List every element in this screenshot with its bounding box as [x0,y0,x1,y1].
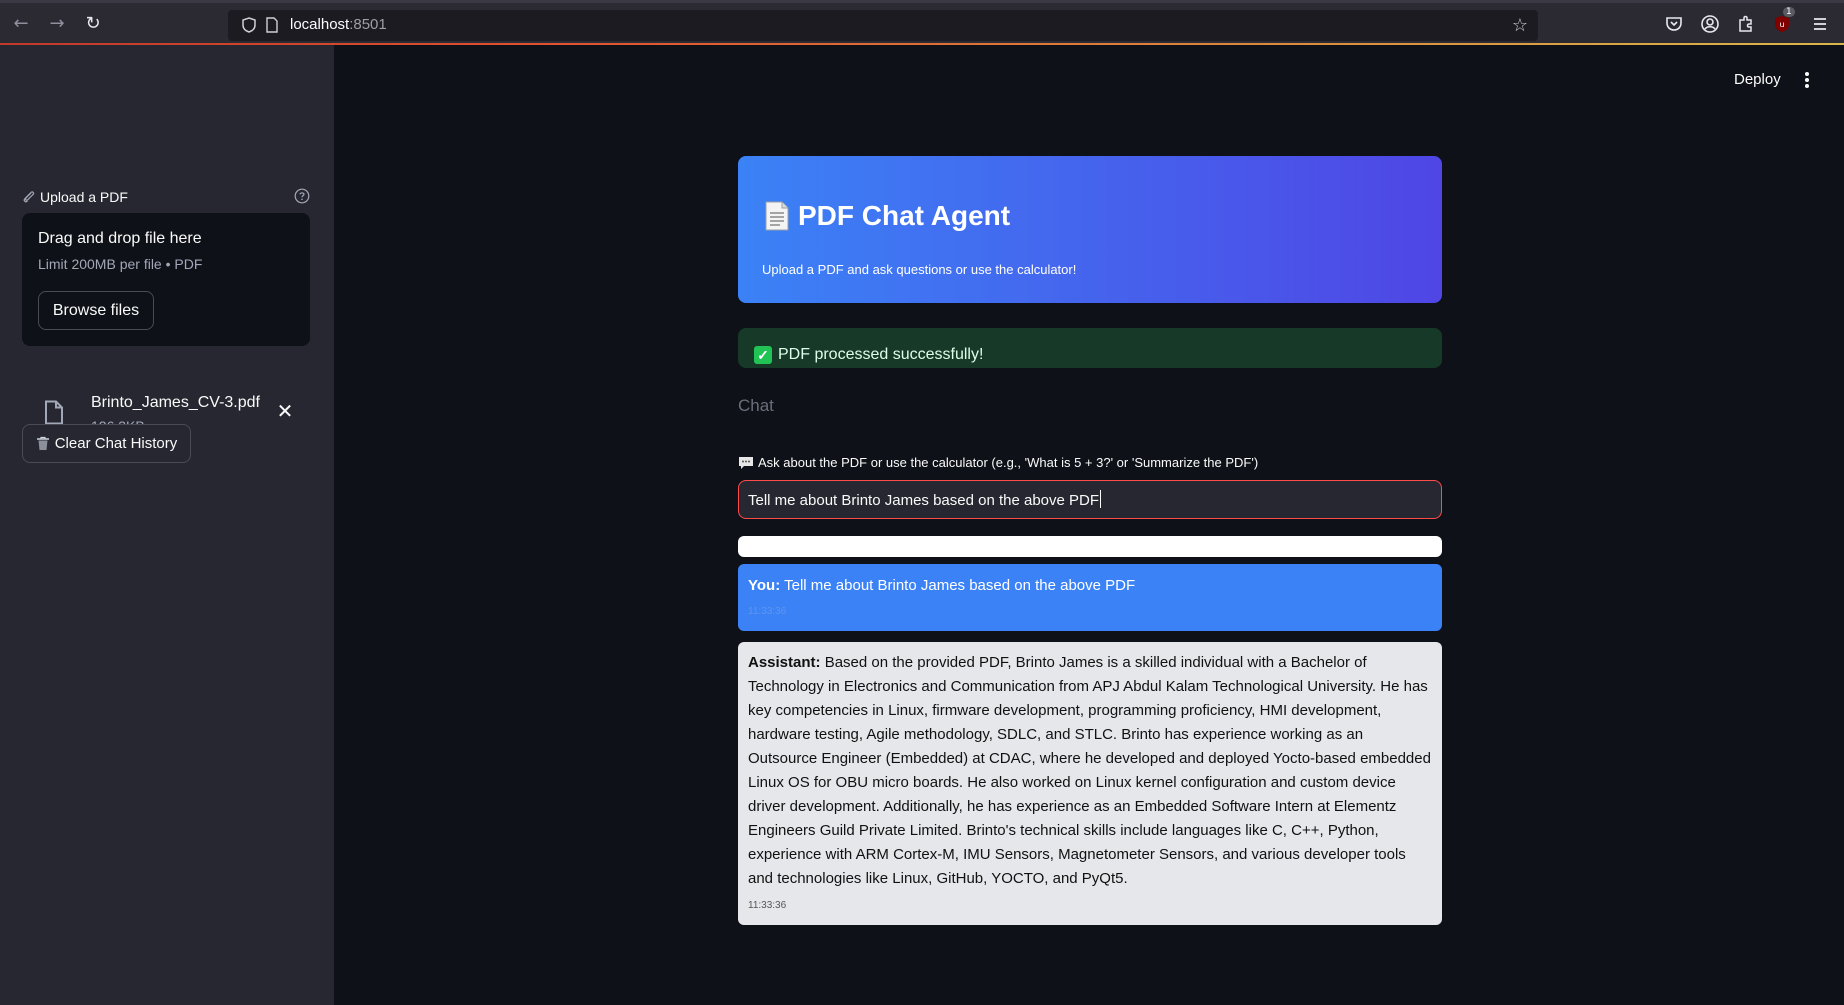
document-icon [765,201,789,231]
chat-input-label: Ask about the PDF or use the calculator … [738,455,1258,470]
menu-icon[interactable] [1810,14,1830,34]
user-message: You: Tell me about Brinto James based on… [738,564,1442,631]
chat-input-value-text: Tell me about Brinto James based on the … [748,492,1100,509]
chat-input[interactable]: Tell me about Brinto James based on the … [738,480,1442,519]
clear-chat-history-button[interactable]: Clear Chat History [22,424,191,463]
chat-container-top [738,536,1442,557]
forward-icon[interactable]: → [46,13,68,35]
url-bar[interactable]: localhost:8501 ☆ [228,10,1538,41]
page-title-text: PDF Chat Agent [798,200,1011,231]
assistant-message: Assistant: Based on the provided PDF, Br… [738,642,1442,925]
file-icon [45,400,63,425]
text-caret [1100,490,1102,508]
user-role-label: You: [748,577,781,594]
dropzone-limit: Limit 200MB per file • PDF [38,256,203,272]
upload-label: Upload a PDF [22,189,128,205]
upload-label-text: Upload a PDF [40,189,128,205]
user-message-text: You: Tell me about Brinto James based on… [748,577,1135,594]
header-card: PDF Chat Agent Upload a PDF and ask ques… [738,156,1442,303]
sidebar: Upload a PDF Drag and drop file here Lim… [0,45,334,1005]
svg-text:u: u [1779,20,1784,29]
extension-badge: 1 [1783,7,1795,17]
success-text: PDF processed successfully! [778,346,984,363]
chat-input-label-text: Ask about the PDF or use the calculator … [758,455,1259,470]
deploy-button[interactable]: Deploy [1734,71,1781,88]
close-icon[interactable]: ✕ [275,401,295,421]
file-dropzone[interactable]: Drag and drop file here Limit 200MB per … [22,213,310,346]
account-icon[interactable] [1700,14,1720,34]
trash-icon [36,436,49,450]
success-alert: ✓ PDF processed successfully! [738,328,1442,368]
bookmark-star-icon[interactable]: ☆ [1512,15,1528,36]
clear-chat-history-label: Clear Chat History [54,435,178,452]
success-message: ✓ PDF processed successfully! [754,346,983,364]
user-message-time: 11:33:36 [748,606,787,617]
file-name: Brinto_James_CV-3.pdf [91,394,260,411]
url-port: :8501 [349,16,387,33]
page-icon[interactable] [266,17,278,33]
assistant-role-label: Assistant: [748,654,821,671]
page-title: PDF Chat Agent [764,200,1010,232]
user-message-body: Tell me about Brinto James based on the … [784,577,1136,594]
browse-files-button[interactable]: Browse files [38,291,154,330]
check-icon: ✓ [754,346,772,364]
url-host: localhost [290,16,350,33]
shield-icon[interactable] [242,17,256,33]
reload-icon[interactable]: ↻ [82,13,104,35]
assistant-message-text: Assistant: Based on the provided PDF, Br… [748,651,1434,891]
back-icon[interactable]: ← [10,13,32,35]
chat-input-value[interactable]: Tell me about Brinto James based on the … [748,490,1102,509]
kebab-menu-icon[interactable] [1802,70,1812,90]
help-icon[interactable] [294,188,310,204]
browser-toolbar: ← → ↻ localhost:8501 ☆ u 1 [0,0,1844,45]
extensions-icon[interactable] [1736,14,1756,34]
pocket-icon[interactable] [1664,14,1684,34]
speech-bubble-icon [739,456,753,469]
chat-heading: Chat [738,396,774,415]
ublock-icon[interactable]: u 1 [1772,7,1795,34]
page-subtitle: Upload a PDF and ask questions or use th… [762,262,1077,277]
assistant-message-time: 11:33:36 [748,900,787,911]
dropzone-title: Drag and drop file here [38,230,202,247]
url-text[interactable]: localhost:8501 [290,16,387,33]
paperclip-icon [23,191,35,203]
assistant-message-body: Based on the provided PDF, Brinto James … [748,654,1431,887]
